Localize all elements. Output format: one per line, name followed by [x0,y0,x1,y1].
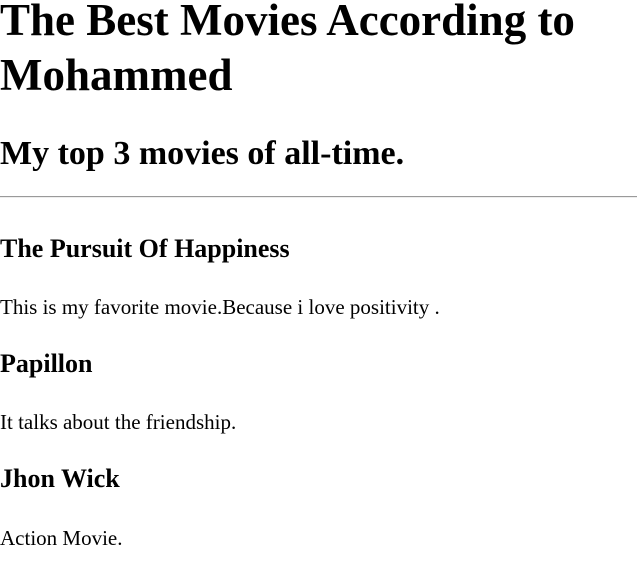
movie-description-2: It talks about the friendship. [0,410,237,434]
page-subtitle: My top 3 movies of all-time. [0,135,405,172]
page: The Best Movies According to Mohammed My… [0,0,637,580]
movie-title-1: The Pursuit Of Happiness [0,234,290,263]
movie-description-3: Action Movie. [0,526,123,550]
movie-title-2: Papillon [0,349,93,378]
page-title: The Best Movies According to Mohammed [0,0,575,100]
movie-description-1: This is my favorite movie.Because i love… [0,295,440,319]
divider [0,196,637,198]
movie-title-3: Jhon Wick [0,464,120,493]
